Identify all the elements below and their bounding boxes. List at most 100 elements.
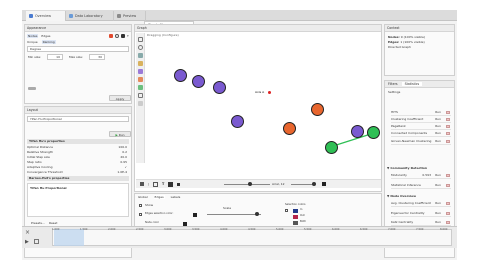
- apply-button[interactable]: Apply: [109, 95, 131, 101]
- report-icon[interactable]: [446, 174, 450, 177]
- graph-node[interactable]: [213, 81, 226, 94]
- label-size-icon[interactable]: T: [127, 34, 131, 38]
- label-font-select[interactable]: Arial, 12: [272, 181, 285, 187]
- color-icon[interactable]: [109, 34, 113, 38]
- text-icon[interactable]: T: [162, 182, 164, 186]
- graph-node[interactable]: [192, 75, 205, 88]
- close-timeline-icon[interactable]: ×: [25, 230, 31, 236]
- stat-run-button[interactable]: Run: [435, 219, 441, 226]
- timeline-tick: 7.500: [416, 228, 424, 231]
- report-icon[interactable]: [446, 140, 450, 143]
- graph-node[interactable]: [283, 122, 296, 135]
- stat-run-button[interactable]: Run: [435, 130, 441, 137]
- subtab-nodes[interactable]: Nodes: [27, 34, 39, 38]
- attribute-select[interactable]: Degree: [27, 46, 129, 52]
- timeline-tick: 6.000: [332, 228, 340, 231]
- zoom-slider[interactable]: [224, 184, 270, 185]
- in-color-swatch[interactable]: [293, 209, 298, 213]
- reset-button[interactable]: Reset: [49, 221, 57, 225]
- report-icon[interactable]: [446, 202, 450, 205]
- layout-header: Layout: [25, 107, 131, 114]
- timeline-tick: 8.000: [440, 228, 448, 231]
- show-checkbox[interactable]: [139, 204, 142, 207]
- timeline-settings-icon[interactable]: [34, 239, 39, 244]
- stat-run-button[interactable]: Run: [435, 116, 441, 123]
- stat-row: Girvan-Newman Clustering Run: [391, 138, 451, 145]
- stat-run-button[interactable]: Run: [435, 210, 441, 217]
- stat-run-button[interactable]: Run: [435, 182, 441, 189]
- tab-overview[interactable]: Overview: [26, 11, 66, 21]
- stat-name: Eigenvector Centrality: [391, 211, 425, 215]
- community-detection-header: ▼ Community Detection: [387, 166, 452, 171]
- stat-run-button[interactable]: Run: [435, 172, 441, 179]
- edge-color-swatch[interactable]: [193, 213, 197, 217]
- report-icon[interactable]: [446, 212, 450, 215]
- layout-algorithm-select[interactable]: Yifan Hu Proportional: [27, 116, 129, 122]
- tab-data-laboratory[interactable]: Data Laboratory: [66, 11, 114, 21]
- workspace-tabbar: Overview Data Laboratory Preview: [22, 10, 457, 21]
- stat-run-button[interactable]: Run: [435, 200, 441, 207]
- report-icon[interactable]: [446, 221, 450, 224]
- stat-name: Connected Components: [391, 131, 428, 135]
- edge-scale-handle[interactable]: [255, 212, 259, 216]
- report-icon[interactable]: [446, 125, 450, 128]
- label-color-icon[interactable]: [121, 34, 125, 38]
- edge-color-checkbox[interactable]: [139, 213, 142, 216]
- selection-colors-checkbox[interactable]: [285, 209, 288, 212]
- gephi-window: Overview Data Laboratory Preview Simple …: [22, 10, 457, 260]
- tab-statistics[interactable]: Statistics: [401, 82, 423, 86]
- prop-row[interactable]: Convergence Threshold 1.0E-4: [27, 170, 129, 175]
- appearance-header: Appearance: [25, 25, 131, 32]
- report-icon[interactable]: [446, 184, 450, 187]
- play-timeline-icon[interactable]: ▶: [25, 239, 31, 245]
- max-size-input[interactable]: 30: [89, 54, 105, 60]
- min-size-input[interactable]: 10: [47, 54, 63, 60]
- statistics-settings[interactable]: Settings: [388, 90, 400, 94]
- report-icon[interactable]: [446, 118, 450, 121]
- graph-node[interactable]: [367, 126, 380, 139]
- labels-icon[interactable]: [153, 182, 158, 187]
- tab-edges[interactable]: Edges: [153, 195, 165, 199]
- edge-label-icon[interactable]: [177, 183, 180, 186]
- run-layout-button[interactable]: ▶ Run: [109, 131, 131, 137]
- stat-run-button[interactable]: Run: [435, 123, 441, 130]
- graph-node[interactable]: [311, 103, 324, 116]
- stat-result: 0.593: [422, 173, 431, 177]
- run-layout-label: Run: [118, 133, 125, 137]
- timeline-tick: 2.000: [108, 228, 116, 231]
- tab-preview[interactable]: Preview: [114, 11, 146, 21]
- font-size-slider-handle[interactable]: [312, 182, 316, 186]
- graph-node[interactable]: [231, 115, 244, 128]
- graph-node[interactable]: [351, 125, 364, 138]
- stat-name: Girvan-Newman Clustering: [391, 139, 432, 143]
- font-color-icon[interactable]: [322, 182, 326, 186]
- both-color-swatch[interactable]: [293, 221, 298, 225]
- stat-row: Katz Centrality Run: [391, 219, 451, 226]
- out-color-swatch[interactable]: [293, 215, 298, 219]
- screenshot-icon[interactable]: [140, 182, 144, 186]
- report-icon[interactable]: [446, 111, 450, 114]
- graph-node[interactable]: [325, 141, 338, 154]
- node-label-icon[interactable]: [168, 182, 173, 187]
- size-icon[interactable]: [115, 34, 119, 38]
- stat-run-button[interactable]: Run: [435, 138, 441, 145]
- timeline-tick: 3.500: [192, 228, 200, 231]
- subtab-edges[interactable]: Edges: [41, 34, 50, 38]
- edge-scale-slider[interactable]: [207, 214, 261, 215]
- layout-description: Yifan Hu Proportional: [27, 183, 129, 217]
- mode-unique[interactable]: Unique: [27, 40, 38, 44]
- tab-labels[interactable]: Labels: [171, 195, 181, 199]
- stat-row: Connected Components Run: [391, 130, 451, 137]
- zoom-slider-handle[interactable]: [248, 182, 252, 186]
- stat-name: HITS: [391, 110, 398, 114]
- show-label: Show: [145, 203, 154, 207]
- graph-node[interactable]: [174, 69, 187, 82]
- report-icon[interactable]: [446, 132, 450, 135]
- stat-run-button[interactable]: Run: [435, 109, 441, 116]
- tab-global[interactable]: Global: [138, 195, 148, 199]
- presets-button[interactable]: Presets...: [31, 221, 45, 225]
- tab-filters[interactable]: Filters: [385, 82, 401, 86]
- auto-apply-toggle[interactable]: [28, 87, 36, 90]
- mode-ranking[interactable]: Ranking: [41, 40, 56, 44]
- graph-toolbar-bottom: | T Arial, 12: [136, 179, 381, 188]
